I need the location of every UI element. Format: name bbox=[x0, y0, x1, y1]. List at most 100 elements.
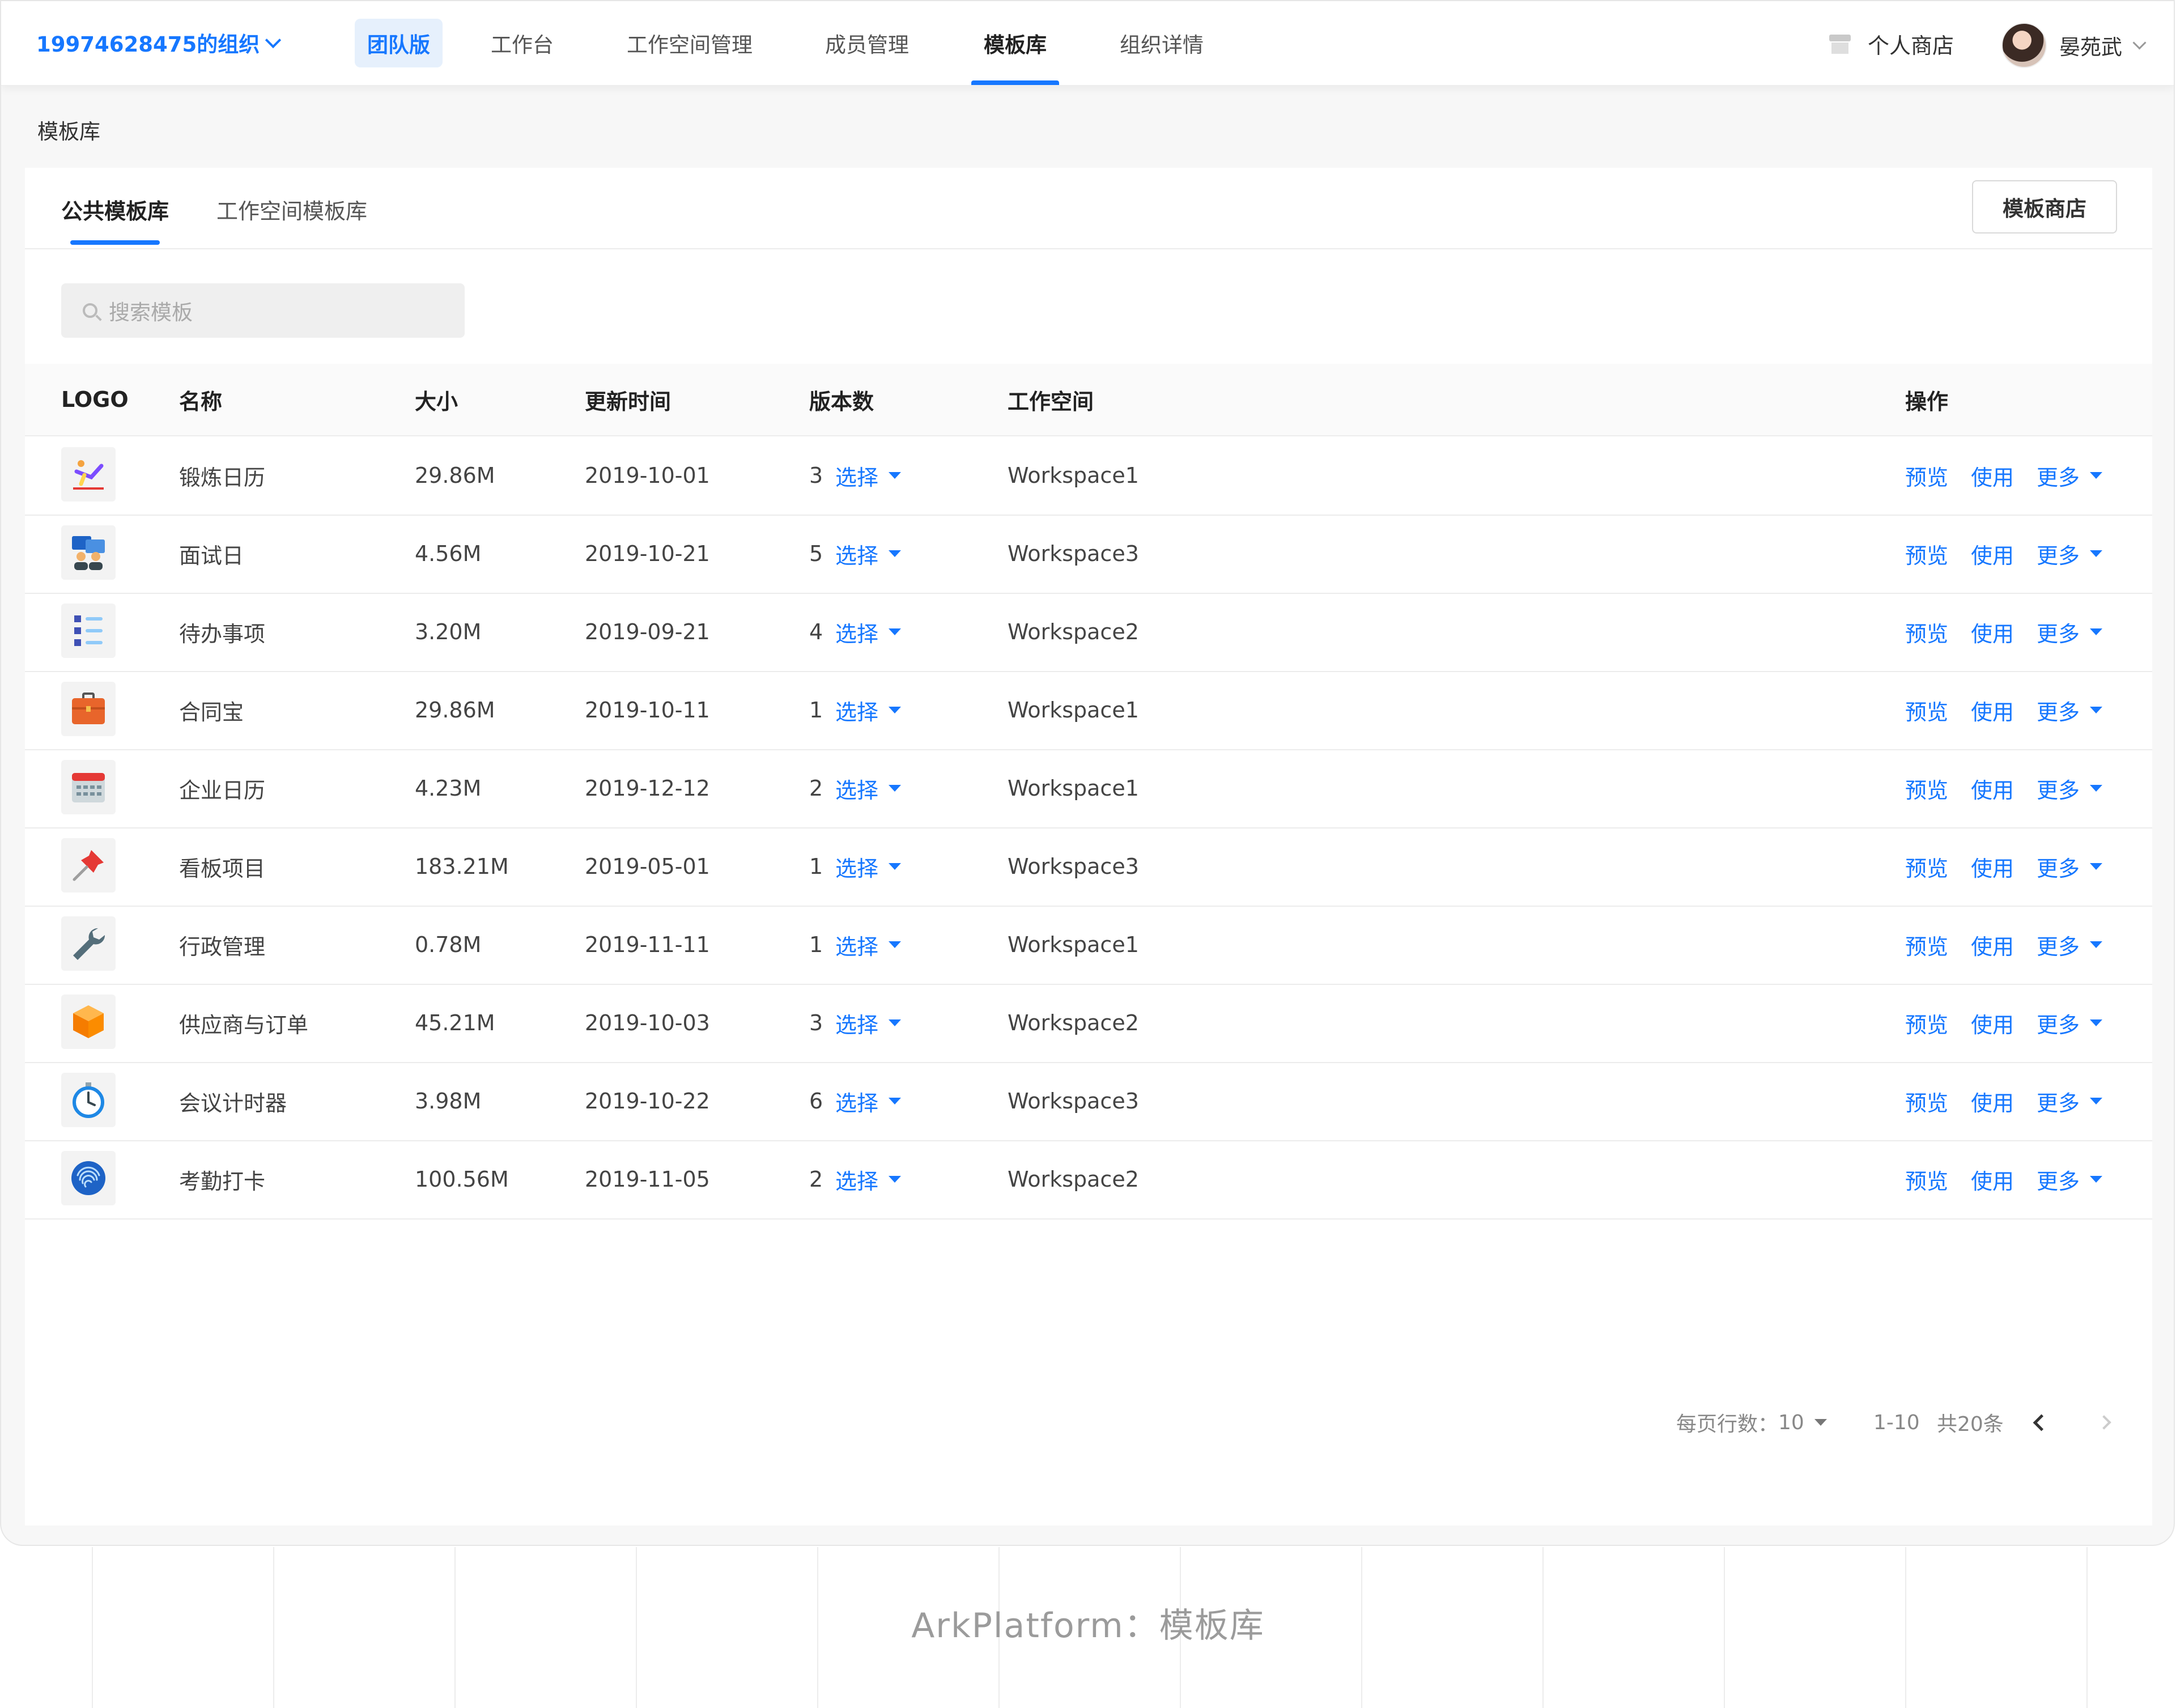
preview-link[interactable]: 预览 bbox=[1905, 436, 1948, 515]
caret-down-icon bbox=[2090, 628, 2103, 635]
template-name: 看板项目 bbox=[179, 856, 266, 881]
more-label: 更多 bbox=[2037, 1090, 2080, 1116]
more-actions-dropdown[interactable]: 更多 bbox=[2037, 515, 2103, 593]
preview-link[interactable]: 预览 bbox=[1905, 749, 1948, 827]
version-select-dropdown[interactable]: 选择 bbox=[835, 749, 902, 827]
caret-down-icon bbox=[2090, 472, 2103, 479]
template-updated: 2019-10-01 bbox=[585, 463, 710, 488]
preview-link[interactable]: 预览 bbox=[1905, 593, 1948, 671]
user-menu[interactable]: 晏苑武 bbox=[2001, 23, 2147, 68]
preview-link[interactable]: 预览 bbox=[1905, 1140, 1948, 1218]
caret-down-icon bbox=[889, 1019, 902, 1026]
template-size: 183.21M bbox=[415, 854, 509, 879]
use-link[interactable]: 使用 bbox=[1971, 593, 2014, 671]
version-select-dropdown[interactable]: 选择 bbox=[835, 984, 902, 1062]
version-select-dropdown[interactable]: 选择 bbox=[835, 906, 902, 984]
page-range: 1-10 bbox=[1873, 1410, 1920, 1434]
template-name: 企业日历 bbox=[179, 777, 266, 803]
use-link[interactable]: 使用 bbox=[1971, 515, 2014, 593]
tab-workspace-templates[interactable]: 工作空间模板库 bbox=[216, 194, 367, 225]
personal-shop-link[interactable]: 个人商店 bbox=[1829, 28, 1954, 60]
caret-down-icon bbox=[2090, 785, 2103, 792]
more-actions-dropdown[interactable]: 更多 bbox=[2037, 906, 2103, 984]
caret-down-icon bbox=[2090, 863, 2103, 870]
use-link[interactable]: 使用 bbox=[1971, 1062, 2014, 1140]
table-row: 会议计时器 3.98M 2019-10-22 6 选择 Workspace3 预览 使用 更多 bbox=[25, 1062, 2152, 1141]
more-label: 更多 bbox=[2037, 465, 2080, 490]
template-size: 3.20M bbox=[415, 619, 482, 644]
nav-team-edition[interactable]: 团队版 bbox=[355, 1, 443, 85]
prev-page-button[interactable] bbox=[2033, 1405, 2050, 1439]
more-actions-dropdown[interactable]: 更多 bbox=[2037, 671, 2103, 749]
more-label: 更多 bbox=[2037, 543, 2080, 568]
version-select-dropdown[interactable]: 选择 bbox=[835, 827, 902, 906]
app-frame: 19974628475的组织 团队版 工作台 工作空间管理 成员管理 模板库 组… bbox=[0, 0, 2175, 1546]
use-link[interactable]: 使用 bbox=[1971, 906, 2014, 984]
org-switcher[interactable]: 19974628475的组织 bbox=[36, 27, 282, 58]
preview-link[interactable]: 预览 bbox=[1905, 827, 1948, 906]
template-versions: 6 bbox=[809, 1089, 823, 1114]
caret-down-icon bbox=[1814, 1419, 1827, 1426]
template-size: 4.56M bbox=[415, 541, 482, 566]
caret-down-icon bbox=[2090, 1098, 2103, 1104]
version-select-dropdown[interactable]: 选择 bbox=[835, 436, 902, 515]
template-store-button[interactable]: 模板商店 bbox=[1972, 180, 2117, 233]
more-label: 更多 bbox=[2037, 1169, 2080, 1194]
nav-org-details[interactable]: 组织详情 bbox=[1120, 1, 1204, 85]
version-select-dropdown[interactable]: 选择 bbox=[835, 1062, 902, 1140]
stopwatch-icon bbox=[61, 1073, 116, 1127]
template-workspace: Workspace1 bbox=[1008, 698, 1139, 723]
preview-link[interactable]: 预览 bbox=[1905, 984, 1948, 1062]
use-link[interactable]: 使用 bbox=[1971, 1140, 2014, 1218]
template-updated: 2019-10-21 bbox=[585, 541, 710, 566]
more-actions-dropdown[interactable]: 更多 bbox=[2037, 984, 2103, 1062]
template-versions: 4 bbox=[809, 619, 823, 644]
use-link[interactable]: 使用 bbox=[1971, 671, 2014, 749]
template-workspace: Workspace3 bbox=[1008, 541, 1139, 566]
template-size: 29.86M bbox=[415, 463, 495, 488]
template-size: 29.86M bbox=[415, 698, 495, 723]
nav-workbench[interactable]: 工作台 bbox=[491, 1, 554, 85]
version-select-dropdown[interactable]: 选择 bbox=[835, 671, 902, 749]
table-header: LOGO 名称 大小 更新时间 版本数 工作空间 操作 bbox=[25, 364, 2152, 436]
use-link[interactable]: 使用 bbox=[1971, 749, 2014, 827]
template-versions: 1 bbox=[809, 854, 823, 879]
tab-public-templates[interactable]: 公共模板库 bbox=[61, 194, 169, 245]
template-updated: 2019-10-03 bbox=[585, 1010, 710, 1035]
template-name: 会议计时器 bbox=[179, 1090, 287, 1116]
version-select-dropdown[interactable]: 选择 bbox=[835, 1140, 902, 1218]
rows-per-page-select[interactable]: 每页行数： 10 bbox=[1676, 1405, 1827, 1439]
nav-template-library[interactable]: 模板库 bbox=[971, 1, 1059, 85]
version-select-dropdown[interactable]: 选择 bbox=[835, 515, 902, 593]
preview-link[interactable]: 预览 bbox=[1905, 1062, 1948, 1140]
template-workspace: Workspace2 bbox=[1008, 1167, 1139, 1192]
use-link[interactable]: 使用 bbox=[1971, 984, 2014, 1062]
more-actions-dropdown[interactable]: 更多 bbox=[2037, 827, 2103, 906]
version-select-label: 选择 bbox=[835, 1090, 879, 1116]
next-page-button[interactable] bbox=[2097, 1405, 2111, 1439]
caret-down-icon bbox=[889, 863, 902, 870]
preview-link[interactable]: 预览 bbox=[1905, 906, 1948, 984]
more-actions-dropdown[interactable]: 更多 bbox=[2037, 1062, 2103, 1140]
template-updated: 2019-10-11 bbox=[585, 698, 710, 723]
nav-member-management[interactable]: 成员管理 bbox=[825, 1, 909, 85]
template-name: 锻炼日历 bbox=[179, 465, 266, 490]
more-actions-dropdown[interactable]: 更多 bbox=[2037, 749, 2103, 827]
version-select-dropdown[interactable]: 选择 bbox=[835, 593, 902, 671]
use-link[interactable]: 使用 bbox=[1971, 827, 2014, 906]
preview-link[interactable]: 预览 bbox=[1905, 515, 1948, 593]
use-link[interactable]: 使用 bbox=[1971, 436, 2014, 515]
nav-workspace-management[interactable]: 工作空间管理 bbox=[627, 1, 753, 85]
page-caption: ArkPlatform：模板库 bbox=[911, 1606, 1265, 1646]
total-count: 共20条 bbox=[1937, 1413, 2004, 1436]
more-actions-dropdown[interactable]: 更多 bbox=[2037, 593, 2103, 671]
briefcase-icon bbox=[61, 682, 116, 736]
template-updated: 2019-12-12 bbox=[585, 776, 710, 801]
pushpin-icon bbox=[61, 838, 116, 893]
more-actions-dropdown[interactable]: 更多 bbox=[2037, 1140, 2103, 1218]
col-workspace: 工作空间 bbox=[1008, 389, 1094, 414]
search-input[interactable]: 搜索模板 bbox=[61, 283, 465, 338]
caret-down-icon bbox=[2090, 1176, 2103, 1183]
preview-link[interactable]: 预览 bbox=[1905, 671, 1948, 749]
more-actions-dropdown[interactable]: 更多 bbox=[2037, 436, 2103, 515]
